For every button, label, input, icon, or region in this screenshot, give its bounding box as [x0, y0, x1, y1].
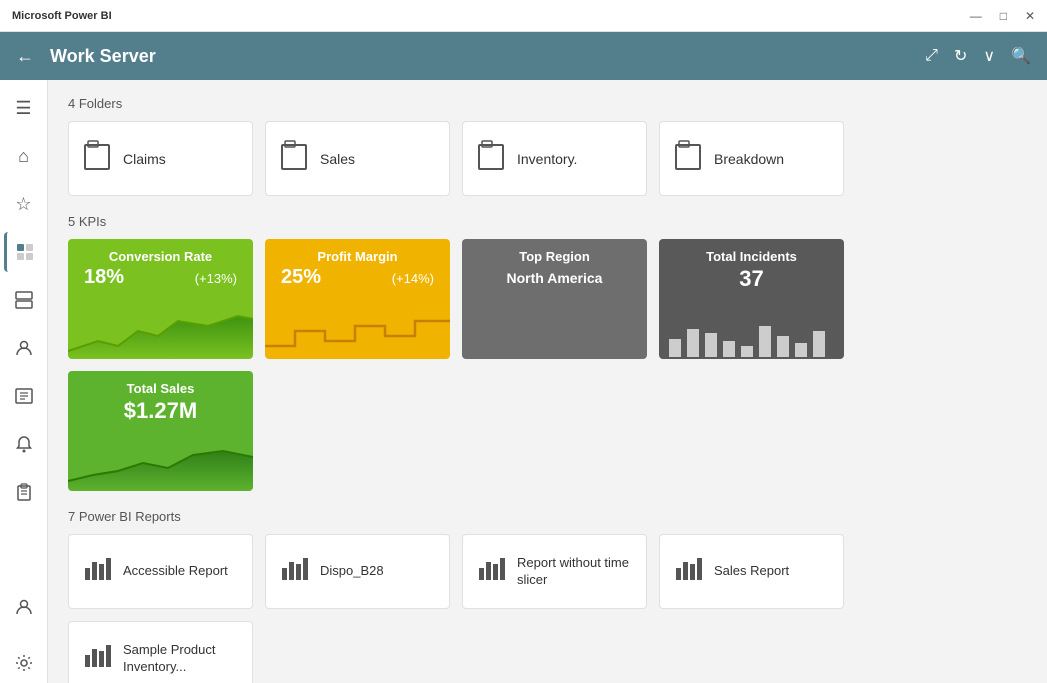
report-card-sample-product[interactable]: Sample Product Inventory... — [68, 621, 253, 683]
kpi-card-total-sales[interactable]: Total Sales $1.27M — [68, 371, 253, 491]
sidebar: ☰ ⌂ ☆ — [0, 80, 48, 683]
report-chart-icon — [477, 554, 505, 589]
kpi-title: Total Sales — [80, 381, 241, 396]
refresh-icon[interactable]: ↻ — [954, 46, 967, 66]
kpi-sub: (+14%) — [392, 271, 434, 286]
kpi-title: Total Incidents — [671, 249, 832, 264]
expand-icon[interactable]: ⤢ — [925, 47, 938, 65]
sidebar-item-home[interactable]: ⌂ — [4, 136, 44, 176]
kpi-card-conversion-rate[interactable]: Conversion Rate 18% (+13%) — [68, 239, 253, 359]
kpis-row: Conversion Rate 18% (+13%) Profit Margin… — [68, 239, 1027, 491]
minimize-button[interactable]: — — [970, 9, 982, 23]
folder-icon — [674, 139, 702, 178]
sidebar-item-clipboard[interactable] — [4, 472, 44, 512]
folder-card-inventory[interactable]: Inventory. — [462, 121, 647, 196]
sidebar-item-profile[interactable] — [4, 587, 44, 627]
kpi-value: 25% — [281, 266, 321, 289]
reports-section-label: 7 Power BI Reports — [68, 509, 1027, 524]
sidebar-item-content[interactable] — [4, 376, 44, 416]
nav-actions: ⤢ ↻ ∨ 🔍 — [925, 46, 1031, 66]
folder-card-sales[interactable]: Sales — [265, 121, 450, 196]
reports-row-1: Accessible Report Dispo_B28 Report witho… — [68, 534, 1027, 683]
sidebar-item-people[interactable] — [4, 328, 44, 368]
sidebar-item-menu[interactable]: ☰ — [4, 88, 44, 128]
folders-row: Claims Sales Inventory. Breakdown — [68, 121, 1027, 196]
kpi-value: 18% — [84, 266, 124, 289]
kpi-value: $1.27M — [80, 398, 241, 424]
report-card-no-slicer[interactable]: Report without time slicer — [462, 534, 647, 609]
kpi-title: Conversion Rate — [80, 249, 241, 264]
kpi-title: Top Region — [474, 249, 635, 264]
folder-name: Claims — [123, 151, 166, 167]
report-name: Dispo_B28 — [320, 563, 384, 580]
sidebar-item-reports[interactable] — [4, 232, 44, 272]
app-body: ☰ ⌂ ☆ 4 Folders — [0, 80, 1047, 683]
maximize-button[interactable]: □ — [1000, 9, 1007, 23]
report-card-sales-report[interactable]: Sales Report — [659, 534, 844, 609]
folder-name: Sales — [320, 151, 355, 167]
title-bar: Microsoft Power BI — □ ✕ — [0, 0, 1047, 32]
sidebar-item-workspaces[interactable] — [4, 280, 44, 320]
kpi-value: 37 — [671, 266, 832, 292]
back-button[interactable]: ← — [16, 46, 34, 67]
dropdown-icon[interactable]: ∨ — [983, 46, 995, 66]
report-card-accessible[interactable]: Accessible Report — [68, 534, 253, 609]
main-content: 4 Folders Claims Sales Inventory. — [48, 80, 1047, 683]
report-chart-icon — [280, 554, 308, 589]
report-name: Sales Report — [714, 563, 789, 580]
folders-section-label: 4 Folders — [68, 96, 1027, 111]
report-name: Report without time slicer — [517, 555, 632, 589]
search-icon[interactable]: 🔍 — [1011, 46, 1031, 66]
app-title: Microsoft Power BI — [12, 10, 970, 22]
kpi-card-top-region[interactable]: Top Region North America — [462, 239, 647, 359]
kpi-card-profit-margin[interactable]: Profit Margin 25% (+14%) — [265, 239, 450, 359]
kpi-value: North America — [507, 270, 603, 286]
sidebar-item-favorites[interactable]: ☆ — [4, 184, 44, 224]
report-chart-icon — [674, 554, 702, 589]
folder-card-claims[interactable]: Claims — [68, 121, 253, 196]
report-chart-icon — [83, 554, 111, 589]
workspace-title: Work Server — [50, 46, 925, 67]
kpi-title: Profit Margin — [277, 249, 438, 264]
close-button[interactable]: ✕ — [1025, 9, 1035, 23]
sidebar-item-notifications[interactable] — [4, 424, 44, 464]
report-card-dispo[interactable]: Dispo_B28 — [265, 534, 450, 609]
folder-name: Inventory. — [517, 151, 577, 167]
top-nav: ← Work Server ⤢ ↻ ∨ 🔍 — [0, 32, 1047, 80]
report-chart-icon — [83, 641, 111, 676]
kpi-card-total-incidents[interactable]: Total Incidents 37 — [659, 239, 844, 359]
folder-icon — [83, 139, 111, 178]
folder-card-breakdown[interactable]: Breakdown — [659, 121, 844, 196]
report-name: Sample Product Inventory... — [123, 642, 238, 676]
folder-icon — [280, 139, 308, 178]
folder-icon — [477, 139, 505, 178]
window-controls: — □ ✕ — [970, 9, 1035, 23]
report-name: Accessible Report — [123, 563, 228, 580]
kpis-section-label: 5 KPIs — [68, 214, 1027, 229]
folder-name: Breakdown — [714, 151, 784, 167]
kpi-sub: (+13%) — [195, 271, 237, 286]
sidebar-item-settings[interactable] — [4, 643, 44, 683]
